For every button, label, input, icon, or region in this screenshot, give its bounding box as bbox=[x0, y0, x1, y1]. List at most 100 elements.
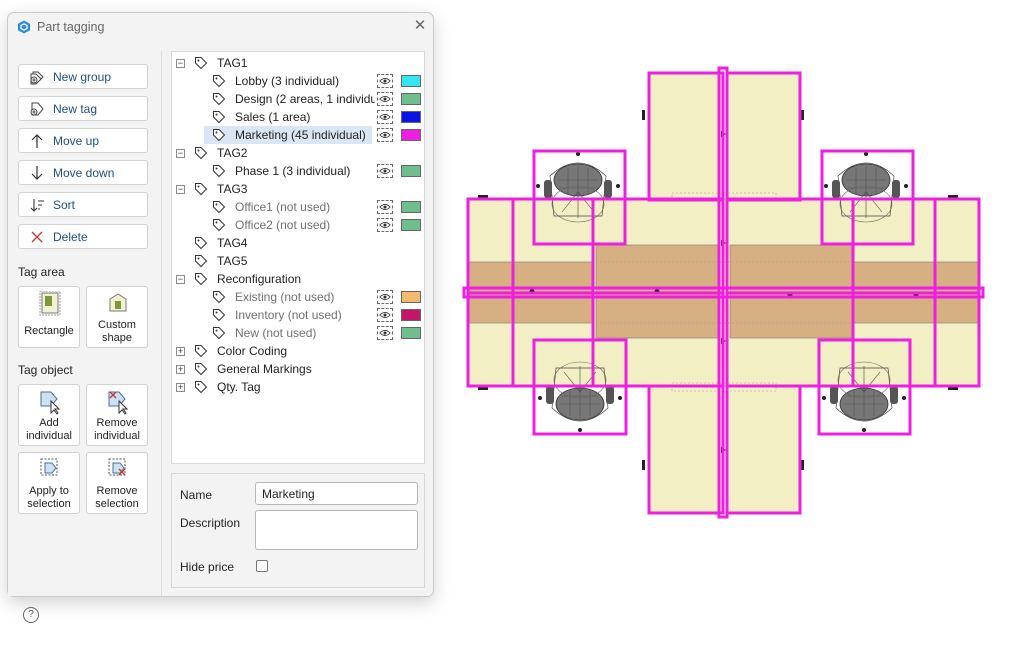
visibility-eye-icon[interactable] bbox=[377, 308, 393, 322]
expand-icon[interactable]: + bbox=[176, 365, 185, 374]
part-tagging-dialog: Part tagging ✕ New group New tag Move up bbox=[7, 12, 434, 623]
tree-row[interactable]: − TAG3 bbox=[172, 180, 424, 198]
visibility-eye-icon[interactable] bbox=[377, 110, 393, 124]
color-swatch[interactable] bbox=[401, 129, 421, 141]
collapse-icon[interactable]: − bbox=[176, 59, 185, 68]
hide-price-checkbox[interactable] bbox=[256, 560, 268, 572]
app-logo-icon bbox=[18, 20, 30, 34]
tree-row[interactable]: − TAG2 bbox=[172, 144, 424, 162]
tree-row[interactable]: Inventory (not used) bbox=[172, 306, 424, 324]
collapse-icon[interactable]: − bbox=[176, 275, 185, 284]
left-panel: New group New tag Move up Move down Sort… bbox=[8, 51, 162, 623]
tree-row[interactable]: TAG4 bbox=[172, 234, 424, 252]
tag-tree: − TAG1 Lobby (3 individual) Design (2 areas… bbox=[171, 51, 425, 464]
visibility-eye-icon[interactable] bbox=[377, 164, 393, 178]
move-up-button[interactable]: Move up bbox=[18, 128, 148, 153]
color-swatch[interactable] bbox=[401, 75, 421, 87]
tag-icon bbox=[213, 165, 226, 178]
name-input[interactable] bbox=[255, 482, 418, 505]
tree-item-label: General Markings bbox=[217, 362, 312, 376]
remove-individual-label: Remove individual bbox=[94, 417, 140, 442]
delete-button[interactable]: Delete bbox=[18, 224, 148, 249]
expand-icon[interactable]: + bbox=[176, 383, 185, 392]
sort-button[interactable]: Sort bbox=[18, 192, 148, 217]
tag-icon bbox=[195, 147, 208, 160]
tree-row[interactable]: Existing (not used) bbox=[172, 288, 424, 306]
tree-item-label: Qty. Tag bbox=[217, 380, 261, 394]
new-tag-button[interactable]: New tag bbox=[18, 96, 148, 121]
color-swatch[interactable] bbox=[401, 219, 421, 231]
tag-icon bbox=[213, 111, 226, 124]
tree-row[interactable]: Lobby (3 individual) bbox=[172, 72, 424, 90]
description-textarea[interactable] bbox=[255, 510, 418, 550]
tag-icon bbox=[195, 381, 208, 394]
rectangle-button[interactable]: Rectangle bbox=[18, 286, 80, 348]
tag-icon bbox=[195, 273, 208, 286]
color-swatch[interactable] bbox=[401, 291, 421, 303]
tag-area-heading: Tag area bbox=[18, 265, 65, 279]
tree-item-label: Design (2 areas, 1 individual) bbox=[235, 92, 375, 106]
visibility-eye-icon[interactable] bbox=[377, 200, 393, 214]
tree-row[interactable]: Sales (1 area) bbox=[172, 108, 424, 126]
expand-icon[interactable]: + bbox=[176, 347, 185, 356]
tree-row[interactable]: + General Markings bbox=[172, 360, 424, 378]
tree-row[interactable]: − TAG1 bbox=[172, 54, 424, 72]
tree-row[interactable]: Phase 1 (3 individual) bbox=[172, 162, 424, 180]
tree-row[interactable]: TAG5 bbox=[172, 252, 424, 270]
floor-plan-drawing bbox=[462, 66, 985, 519]
tree-item-label: TAG2 bbox=[217, 146, 248, 160]
tree-row[interactable]: + Color Coding bbox=[172, 342, 424, 360]
visibility-eye-icon[interactable] bbox=[377, 290, 393, 304]
tree-item-label: TAG3 bbox=[217, 182, 248, 196]
arrow-down-icon bbox=[31, 166, 43, 180]
tree-item-label: Reconfiguration bbox=[217, 272, 302, 286]
help-icon[interactable]: ? bbox=[23, 607, 39, 623]
visibility-eye-icon[interactable] bbox=[377, 74, 393, 88]
move-down-button[interactable]: Move down bbox=[18, 160, 148, 185]
tag-icon bbox=[213, 201, 226, 214]
tree-row[interactable]: Office1 (not used) bbox=[172, 198, 424, 216]
new-group-icon bbox=[30, 71, 44, 85]
apply-to-selection-label: Apply to selection bbox=[27, 485, 71, 510]
apply-to-selection-button[interactable]: Apply to selection bbox=[18, 452, 80, 514]
move-up-label: Move up bbox=[53, 134, 100, 148]
tree-item-label: Sales (1 area) bbox=[235, 110, 311, 124]
visibility-eye-icon[interactable] bbox=[377, 128, 393, 142]
custom-shape-label: Custom shape bbox=[98, 319, 136, 344]
color-swatch[interactable] bbox=[401, 165, 421, 177]
collapse-icon[interactable]: − bbox=[176, 185, 185, 194]
tree-item-label: Office2 (not used) bbox=[235, 218, 331, 232]
tree-item-label: Office1 (not used) bbox=[235, 200, 331, 214]
color-swatch[interactable] bbox=[401, 111, 421, 123]
tree-row[interactable]: New (not used) bbox=[172, 324, 424, 342]
visibility-eye-icon[interactable] bbox=[377, 218, 393, 232]
new-group-button[interactable]: New group bbox=[18, 64, 148, 89]
new-group-label: New group bbox=[53, 70, 112, 84]
custom-shape-button[interactable]: Custom shape bbox=[86, 286, 148, 348]
remove-selection-button[interactable]: Remove selection bbox=[86, 452, 148, 514]
add-individual-icon bbox=[40, 391, 61, 415]
tag-icon bbox=[213, 93, 226, 106]
tree-row[interactable]: Design (2 areas, 1 individual) bbox=[172, 90, 424, 108]
remove-individual-button[interactable]: Remove individual bbox=[86, 384, 148, 446]
delete-x-icon bbox=[31, 231, 43, 243]
tree-row[interactable]: Office2 (not used) bbox=[172, 216, 424, 234]
color-swatch[interactable] bbox=[401, 327, 421, 339]
visibility-eye-icon[interactable] bbox=[377, 92, 393, 106]
visibility-eye-icon[interactable] bbox=[377, 326, 393, 340]
tree-row[interactable]: Marketing (45 individual) bbox=[172, 126, 424, 144]
close-icon[interactable]: ✕ bbox=[412, 18, 428, 34]
tag-icon bbox=[213, 291, 226, 304]
tree-row[interactable]: − Reconfiguration bbox=[172, 270, 424, 288]
floor-plan-canvas[interactable] bbox=[455, 60, 995, 530]
tree-row[interactable]: + Qty. Tag bbox=[172, 378, 424, 396]
tag-icon bbox=[195, 237, 208, 250]
color-swatch[interactable] bbox=[401, 309, 421, 321]
add-individual-label: Add individual bbox=[26, 417, 72, 442]
tree-item-label: Inventory (not used) bbox=[235, 308, 342, 322]
color-swatch[interactable] bbox=[401, 93, 421, 105]
collapse-icon[interactable]: − bbox=[176, 149, 185, 158]
add-individual-button[interactable]: Add individual bbox=[18, 384, 80, 446]
color-swatch[interactable] bbox=[401, 201, 421, 213]
rectangle-area-icon bbox=[39, 291, 61, 316]
